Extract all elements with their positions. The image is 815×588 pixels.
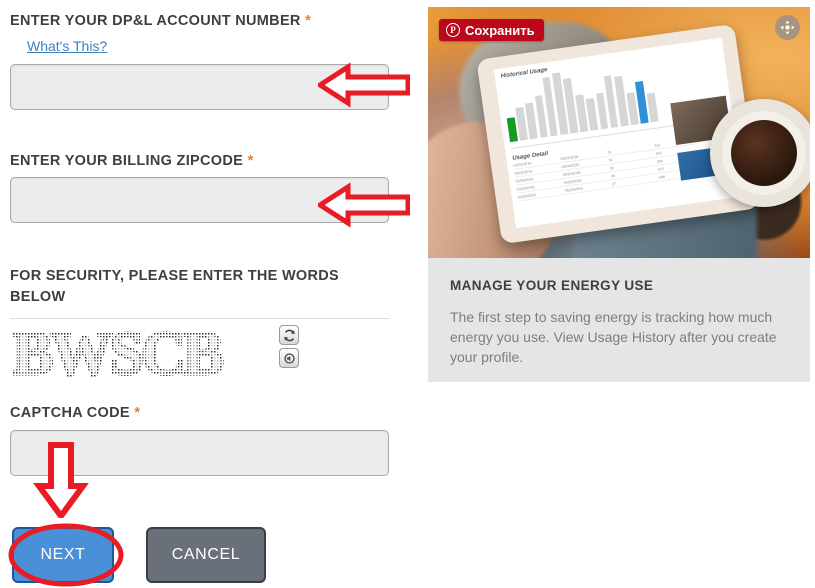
- tablet-usage-table: Usage Detail 01/02/2016 02/02/2016 31 33…: [512, 130, 703, 202]
- svg-text:BWSCB: BWSCB: [12, 324, 223, 384]
- account-number-input[interactable]: [10, 64, 389, 110]
- captcha-image: BWSCB BWSCB: [11, 324, 228, 384]
- registration-form: ENTER YOUR DP&L ACCOUNT NUMBER * What's …: [0, 0, 412, 588]
- promo-panel: Historical Usage Usage Detail 01/02/2016…: [428, 7, 810, 382]
- audio-icon[interactable]: [279, 348, 299, 368]
- billing-zipcode-label-text: ENTER YOUR BILLING ZIPCODE: [10, 153, 244, 169]
- whats-this-link[interactable]: What's This?: [27, 38, 107, 54]
- promo-image: Historical Usage Usage Detail 01/02/2016…: [428, 7, 810, 258]
- pinterest-save-button[interactable]: P Сохранить: [439, 19, 544, 41]
- captcha-code-required-star: *: [134, 405, 141, 421]
- expand-icon-glyph: [780, 20, 795, 35]
- captcha-code-input[interactable]: [10, 430, 389, 476]
- account-number-label-text: ENTER YOUR DP&L ACCOUNT NUMBER: [10, 13, 301, 29]
- refresh-icon-glyph: [283, 329, 295, 341]
- billing-zipcode-input[interactable]: [10, 177, 389, 223]
- account-number-required-star: *: [305, 13, 312, 29]
- cancel-button[interactable]: CANCEL: [146, 527, 266, 583]
- whats-this-row: What's This?: [10, 38, 107, 56]
- captcha-controls: [279, 325, 299, 368]
- expand-icon[interactable]: [775, 15, 800, 40]
- chart-bar: [647, 92, 659, 123]
- audio-icon-glyph: [283, 352, 295, 364]
- next-button[interactable]: NEXT: [12, 527, 114, 583]
- refresh-icon[interactable]: [279, 325, 299, 345]
- promo-title: MANAGE YOUR ENERGY USE: [450, 278, 654, 293]
- tablet-screen: Historical Usage Usage Detail 01/02/2016…: [493, 37, 744, 229]
- billing-zipcode-label: ENTER YOUR BILLING ZIPCODE *: [10, 151, 254, 172]
- chart-bar: [506, 116, 518, 143]
- captcha-code-label-text: CAPTCHA CODE: [10, 405, 130, 421]
- promo-caption: MANAGE YOUR ENERGY USE The first step to…: [428, 258, 810, 382]
- form-action-buttons: NEXT CANCEL: [12, 527, 266, 583]
- account-number-label: ENTER YOUR DP&L ACCOUNT NUMBER *: [10, 11, 311, 32]
- captcha-row: BWSCB BWSCB: [10, 324, 299, 384]
- security-divider: [10, 318, 389, 319]
- promo-body: The first step to saving energy is track…: [450, 309, 777, 365]
- billing-zipcode-required-star: *: [247, 153, 254, 169]
- security-instructions-label: FOR SECURITY, PLEASE ENTER THE WORDS BEL…: [10, 268, 340, 305]
- coffee-liquid: [731, 120, 797, 186]
- pinterest-save-label: Сохранить: [465, 22, 535, 38]
- pinterest-icon: P: [446, 23, 460, 37]
- captcha-code-label: CAPTCHA CODE *: [10, 403, 140, 424]
